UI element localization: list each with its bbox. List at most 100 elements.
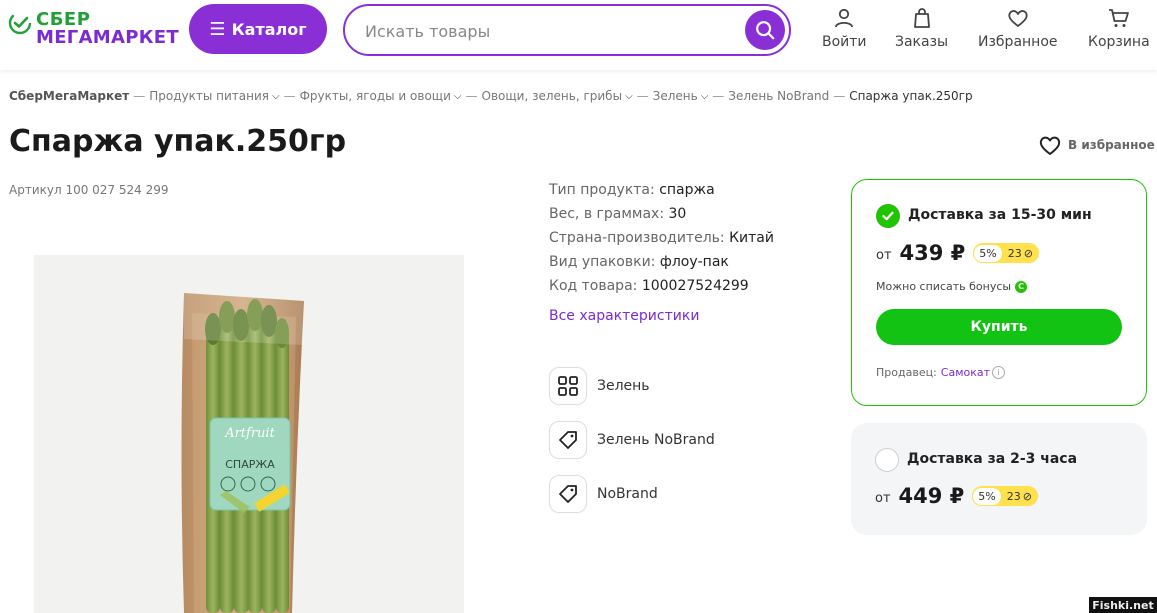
nav-orders-label: Заказы <box>895 34 949 50</box>
bag-icon <box>913 8 930 28</box>
delivery-time: Доставка за 15-30 мин <box>908 207 1092 223</box>
article-number: Артикул 100 027 524 299 <box>9 183 169 197</box>
spec-row: Вид упаковки: флоу-пак <box>549 250 774 274</box>
bonus-points: 23 <box>1007 246 1022 260</box>
breadcrumb-item[interactable]: Зелень NoBrand <box>728 89 829 103</box>
cart-icon <box>1108 9 1129 27</box>
nav-favorites-label: Избранное <box>978 34 1058 50</box>
price-row: от 439 ₽ 5% 23 ⊘ <box>876 241 1039 265</box>
price-row: от 449 ₽ 5% 23 ⊘ <box>875 484 1038 508</box>
spec-label: Тип продукта: <box>549 182 655 198</box>
nav-cart[interactable]: Корзина <box>1088 6 1150 50</box>
breadcrumb-separator: — <box>465 89 478 103</box>
sber-logo-icon <box>8 11 32 35</box>
price-prefix: от <box>876 247 892 263</box>
spec-value: Китай <box>729 230 774 246</box>
spec-value: 30 <box>668 206 687 222</box>
all-specs-link[interactable]: Все характеристики <box>549 308 699 324</box>
spec-label: Вид упаковки: <box>549 254 656 270</box>
price-prefix: от <box>875 490 891 506</box>
search-button[interactable] <box>745 10 785 50</box>
tag-link-nobrand[interactable]: NoBrand <box>549 475 658 513</box>
favorites-label: В избранное <box>1068 138 1155 152</box>
spec-label: Страна-производитель: <box>549 230 725 246</box>
writeoff-note: Можно списать бонусы С <box>876 280 1028 293</box>
bonus-percent: 5% <box>972 486 1002 506</box>
price: 439 ₽ <box>899 241 966 265</box>
offer-card-standard[interactable]: Доставка за 2-3 часа от 449 ₽ 5% 23 ⊘ <box>851 423 1147 535</box>
chevron-down-icon[interactable]: ⌵ <box>454 91 462 102</box>
asparagus-package-illustration: Artfruit СПАРЖА <box>34 255 464 613</box>
spec-row: Код товара: 100027524299 <box>549 274 774 298</box>
product-specs: Тип продукта: спаржа Вес, в граммах: 30 … <box>549 178 774 298</box>
offer-card-fast[interactable]: Доставка за 15-30 мин от 439 ₽ 5% 23 ⊘ М… <box>851 179 1147 406</box>
bonus-coin-icon: ⊘ <box>1022 489 1032 503</box>
writeoff-text: Можно списать бонусы <box>876 280 1012 293</box>
seller-info: Продавец: Самокат i <box>876 366 1006 379</box>
chevron-down-icon[interactable]: ⌵ <box>625 91 633 102</box>
breadcrumb-separator: — <box>133 89 146 103</box>
breadcrumb-separator: — <box>712 89 725 103</box>
spec-label: Код товара: <box>549 278 638 294</box>
package-brand-text: Artfruit <box>224 426 275 441</box>
watermark: Fishki.net <box>1089 597 1157 613</box>
nav-cart-label: Корзина <box>1088 34 1150 50</box>
page-title: Спаржа упак.250гр <box>9 124 347 159</box>
heart-icon <box>1039 136 1061 155</box>
breadcrumb-item[interactable]: СберМегаМаркет <box>9 89 129 103</box>
chevron-down-icon[interactable]: ⌵ <box>272 91 280 102</box>
user-icon <box>835 8 854 28</box>
info-icon[interactable]: i <box>992 366 1006 379</box>
nav-login[interactable]: Войти <box>822 6 867 50</box>
check-icon[interactable] <box>876 204 900 228</box>
tag-icon <box>549 421 587 459</box>
search-input[interactable] <box>363 18 727 44</box>
buy-button[interactable]: Купить <box>876 309 1122 345</box>
breadcrumb-item[interactable]: Продукты питания <box>149 89 269 103</box>
bonus-coin-icon: ⊘ <box>1023 246 1033 260</box>
menu-icon: ☰ <box>209 18 226 40</box>
logo[interactable]: СБЕР МЕГАМАРКЕТ <box>8 9 179 49</box>
breadcrumb: СберМегаМаркет — Продукты питания ⌵ — Фр… <box>9 89 973 103</box>
site-header: СБЕР МЕГАМАРКЕТ ☰ Каталог Войти Заказы <box>0 0 1157 70</box>
breadcrumb-separator: — <box>636 89 649 103</box>
tag-icon <box>549 475 587 513</box>
nav-login-label: Войти <box>822 34 867 50</box>
heart-icon <box>1008 10 1028 27</box>
spec-value: 100027524299 <box>641 278 749 294</box>
radio-icon[interactable] <box>875 448 899 472</box>
add-to-favorites-button[interactable]: В избранное <box>1038 134 1155 156</box>
price: 449 ₽ <box>898 484 965 508</box>
breadcrumb-separator: — <box>283 89 296 103</box>
breadcrumb-current: Спаржа упак.250гр <box>849 89 973 103</box>
delivery-time: Доставка за 2-3 часа <box>907 451 1078 467</box>
spec-value: флоу-пак <box>659 254 729 270</box>
search-icon <box>756 21 775 40</box>
tag-label: Зелень <box>597 378 650 394</box>
spec-label: Вес, в граммах: <box>549 206 665 222</box>
breadcrumb-item[interactable]: Фрукты, ягоды и овощи <box>300 89 451 103</box>
spec-row: Страна-производитель: Китай <box>549 226 774 250</box>
nav-orders[interactable]: Заказы <box>895 6 948 50</box>
seller-label: Продавец: <box>876 366 937 379</box>
bonus-percent: 5% <box>973 243 1003 263</box>
bonus-points: 23 <box>1006 489 1021 503</box>
breadcrumb-item[interactable]: Зелень <box>653 89 698 103</box>
tag-label: NoBrand <box>597 486 658 502</box>
breadcrumb-separator: — <box>833 89 846 103</box>
tag-link-greens-nobrand[interactable]: Зелень NoBrand <box>549 421 715 459</box>
catalog-label: Каталог <box>231 19 307 39</box>
tag-link-greens[interactable]: Зелень <box>549 367 650 405</box>
breadcrumb-item[interactable]: Овощи, зелень, грибы <box>482 89 623 103</box>
logo-text-megamarket: МЕГАМАРКЕТ <box>36 27 179 48</box>
spec-row: Тип продукта: спаржа <box>549 178 774 202</box>
product-image[interactable]: Artfruit СПАРЖА <box>34 255 464 613</box>
spec-value: спаржа <box>659 182 715 198</box>
catalog-button[interactable]: ☰ Каталог <box>189 4 327 54</box>
tag-label: Зелень NoBrand <box>597 432 715 448</box>
search-bar <box>343 4 791 56</box>
seller-link[interactable]: Самокат <box>941 366 990 379</box>
nav-favorites[interactable]: Избранное <box>978 6 1058 50</box>
package-label-text: СПАРЖА <box>225 458 275 471</box>
chevron-down-icon[interactable]: ⌵ <box>701 91 709 102</box>
